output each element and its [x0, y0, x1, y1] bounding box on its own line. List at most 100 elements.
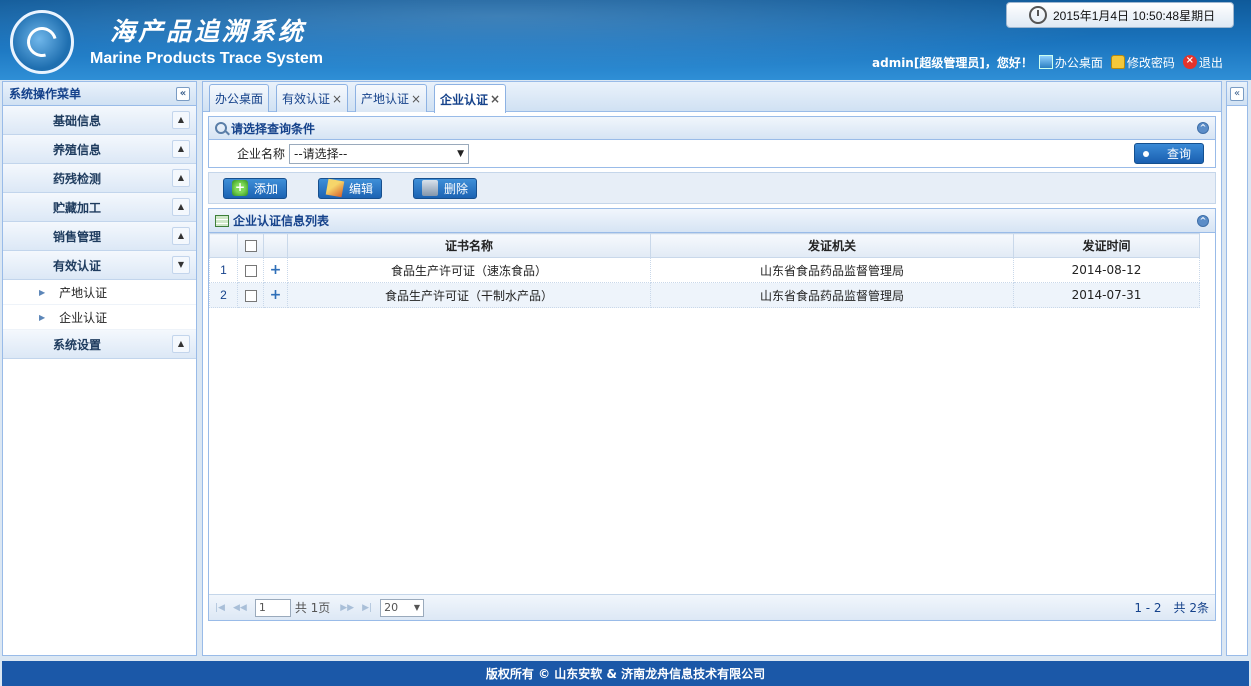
query-panel-title: 请选择查询条件 — [231, 121, 316, 136]
bullet-icon: ▶ — [39, 312, 46, 322]
chevron-up-icon[interactable]: ▲ — [172, 111, 190, 129]
sidebar-item-label: 产地认证 — [59, 285, 108, 300]
menu-group-label: 基础信息 — [53, 113, 102, 128]
delete-button-label: 删除 — [444, 181, 469, 196]
sidebar-item-origin-cert[interactable]: ▶ 产地认证 — [3, 280, 196, 305]
last-page-icon[interactable]: ▶| — [362, 603, 372, 613]
page-size-select[interactable]: 20 ▼ — [380, 598, 425, 617]
query-panel-header: 请选择查询条件 ^ — [208, 116, 1216, 140]
tab-certification[interactable]: 有效认证 × — [276, 84, 349, 112]
column-header[interactable]: 发证时间 — [1013, 233, 1200, 258]
grid-panel: 企业认证信息列表 ^ 证书名称 发证机关 发证时间 1 + 食品生产许可证（速冻… — [208, 208, 1216, 621]
desktop-link[interactable]: 办公桌面 — [1038, 54, 1103, 71]
search-button-label: 查询 — [1167, 147, 1192, 161]
copyright-text: 版权所有 © 山东安软 & 济南龙舟信息技术有限公司 — [485, 667, 766, 681]
clock-icon — [1029, 6, 1047, 24]
table-header-row: 证书名称 发证机关 发证时间 — [209, 233, 1200, 258]
pagination-info: 1 - 2 共 2条 — [1134, 601, 1209, 615]
chevron-up-icon[interactable]: ▲ — [172, 335, 190, 353]
tab-strip: 办公桌面 有效认证 × 产地认证 × 企业认证 × — [203, 82, 1221, 113]
tab-label: 企业认证 — [440, 92, 489, 107]
change-password-link[interactable]: 修改密码 — [1110, 54, 1175, 71]
tab-enterprise-cert[interactable]: 企业认证 × — [434, 84, 507, 113]
add-icon: + — [232, 180, 248, 196]
chevron-up-icon[interactable]: ▲ — [172, 140, 190, 158]
tab-origin-cert[interactable]: 产地认证 × — [355, 84, 428, 112]
authority-cell: 山东省食品药品监督管理局 — [650, 257, 1014, 283]
row-number-header — [209, 233, 238, 258]
menu-group-storage[interactable]: 贮藏加工 ▲ — [3, 193, 196, 222]
table-row[interactable]: 2 + 食品生产许可证（干制水产品） 山东省食品药品监督管理局 2014-07-… — [209, 282, 1200, 308]
expand-header — [263, 233, 288, 258]
trash-icon — [422, 180, 439, 196]
app-logo — [10, 10, 74, 74]
datetime-text: 2015年1月4日 10:50:48星期日 — [1053, 8, 1216, 23]
next-page-icon[interactable]: ▶▶ — [340, 603, 354, 613]
menu-group-sales[interactable]: 销售管理 ▲ — [3, 222, 196, 251]
sidebar: 系统操作菜单 « 基础信息 ▲ 养殖信息 ▲ 药残检测 ▲ 贮藏加工 ▲ 销售管… — [2, 81, 197, 656]
sidebar-item-label: 企业认证 — [59, 310, 108, 325]
change-password-label: 修改密码 — [1126, 55, 1175, 70]
tab-label: 有效认证 — [282, 92, 331, 106]
page-number-input[interactable]: 1 — [254, 598, 291, 617]
grid-title: 企业认证信息列表 — [233, 214, 330, 228]
collapse-left-icon[interactable]: « — [176, 86, 190, 101]
lock-icon — [1110, 55, 1125, 69]
prev-page-icon[interactable]: ◀◀ — [233, 603, 247, 613]
menu-group-certification[interactable]: 有效认证 ▼ — [3, 251, 196, 280]
collapse-up-icon[interactable]: ^ — [1197, 214, 1209, 227]
column-header[interactable]: 证书名称 — [287, 233, 651, 258]
delete-button[interactable]: 删除 — [413, 177, 478, 199]
chevron-up-icon[interactable]: ▲ — [172, 169, 190, 187]
app-header: 海产品追溯系统 Marine Products Trace System 201… — [0, 0, 1251, 80]
enterprise-name-select[interactable]: --请选择-- ▼ — [289, 143, 470, 164]
cert-name-cell: 食品生产许可证（速冻食品） — [287, 257, 651, 283]
menu-group-basic[interactable]: 基础信息 ▲ — [3, 106, 196, 135]
menu-group-residue[interactable]: 药残检测 ▲ — [3, 164, 196, 193]
first-page-icon[interactable]: |◀ — [215, 603, 225, 613]
close-icon[interactable]: × — [332, 92, 342, 106]
add-button-label: 添加 — [254, 181, 279, 196]
authority-cell: 山东省食品药品监督管理局 — [650, 282, 1014, 308]
cert-name-cell: 食品生产许可证（干制水产品） — [287, 282, 651, 308]
search-button[interactable]: 查询 — [1134, 143, 1204, 164]
logout-link[interactable]: × 退出 — [1182, 54, 1223, 71]
menu-group-settings[interactable]: 系统设置 ▲ — [3, 330, 196, 359]
sidebar-header: 系统操作菜单 « — [3, 82, 196, 106]
main-panel: 办公桌面 有效认证 × 产地认证 × 企业认证 × 请选择查询条件 ^ 企业名称… — [202, 81, 1222, 656]
search-icon — [215, 122, 227, 134]
search-button-icon — [1143, 150, 1149, 157]
row-checkbox-cell — [237, 257, 264, 283]
pagination-bar: |◀ ◀◀ 1 共 1页 ▶▶ ▶| 20 ▼ 1 - 2 共 2条 — [209, 594, 1215, 620]
edit-button[interactable]: 编辑 — [318, 177, 383, 199]
issue-date-cell: 2014-08-12 — [1013, 257, 1200, 283]
close-icon[interactable]: × — [411, 92, 421, 106]
expand-icon[interactable]: + — [263, 282, 288, 308]
menu-group-breeding[interactable]: 养殖信息 ▲ — [3, 135, 196, 164]
chevron-down-icon[interactable]: ▼ — [172, 256, 190, 274]
expand-icon[interactable]: + — [263, 257, 288, 283]
bullet-icon: ▶ — [39, 287, 46, 297]
column-header[interactable]: 发证机关 — [650, 233, 1014, 258]
row-checkbox-cell — [237, 282, 264, 308]
tab-label: 产地认证 — [361, 92, 410, 106]
expand-right-icon[interactable]: « — [1230, 86, 1244, 101]
close-icon[interactable]: × — [490, 92, 500, 106]
sidebar-item-enterprise-cert[interactable]: ▶ 企业认证 — [3, 305, 196, 330]
tab-content: 请选择查询条件 ^ 企业名称 --请选择-- ▼ 查询 + 添加 编辑 删除 企… — [208, 116, 1216, 653]
tab-desktop[interactable]: 办公桌面 — [209, 84, 270, 112]
chevron-up-icon[interactable]: ▲ — [172, 227, 190, 245]
datetime-display: 2015年1月4日 10:50:48星期日 — [1006, 2, 1234, 28]
add-button[interactable]: + 添加 — [223, 177, 288, 199]
grid-icon — [215, 214, 229, 227]
cert-table: 证书名称 发证机关 发证时间 1 + 食品生产许可证（速冻食品） 山东省食品药品… — [209, 233, 1200, 308]
chevron-up-icon[interactable]: ▲ — [172, 198, 190, 216]
row-checkbox[interactable] — [244, 289, 257, 302]
select-all-checkbox[interactable] — [244, 240, 257, 252]
select-value: --请选择-- — [294, 147, 348, 161]
pencil-icon — [325, 178, 345, 198]
table-row[interactable]: 1 + 食品生产许可证（速冻食品） 山东省食品药品监督管理局 2014-08-1… — [209, 257, 1200, 283]
collapse-up-icon[interactable]: ^ — [1197, 122, 1209, 134]
row-number: 1 — [209, 257, 238, 283]
row-checkbox[interactable] — [244, 264, 257, 277]
